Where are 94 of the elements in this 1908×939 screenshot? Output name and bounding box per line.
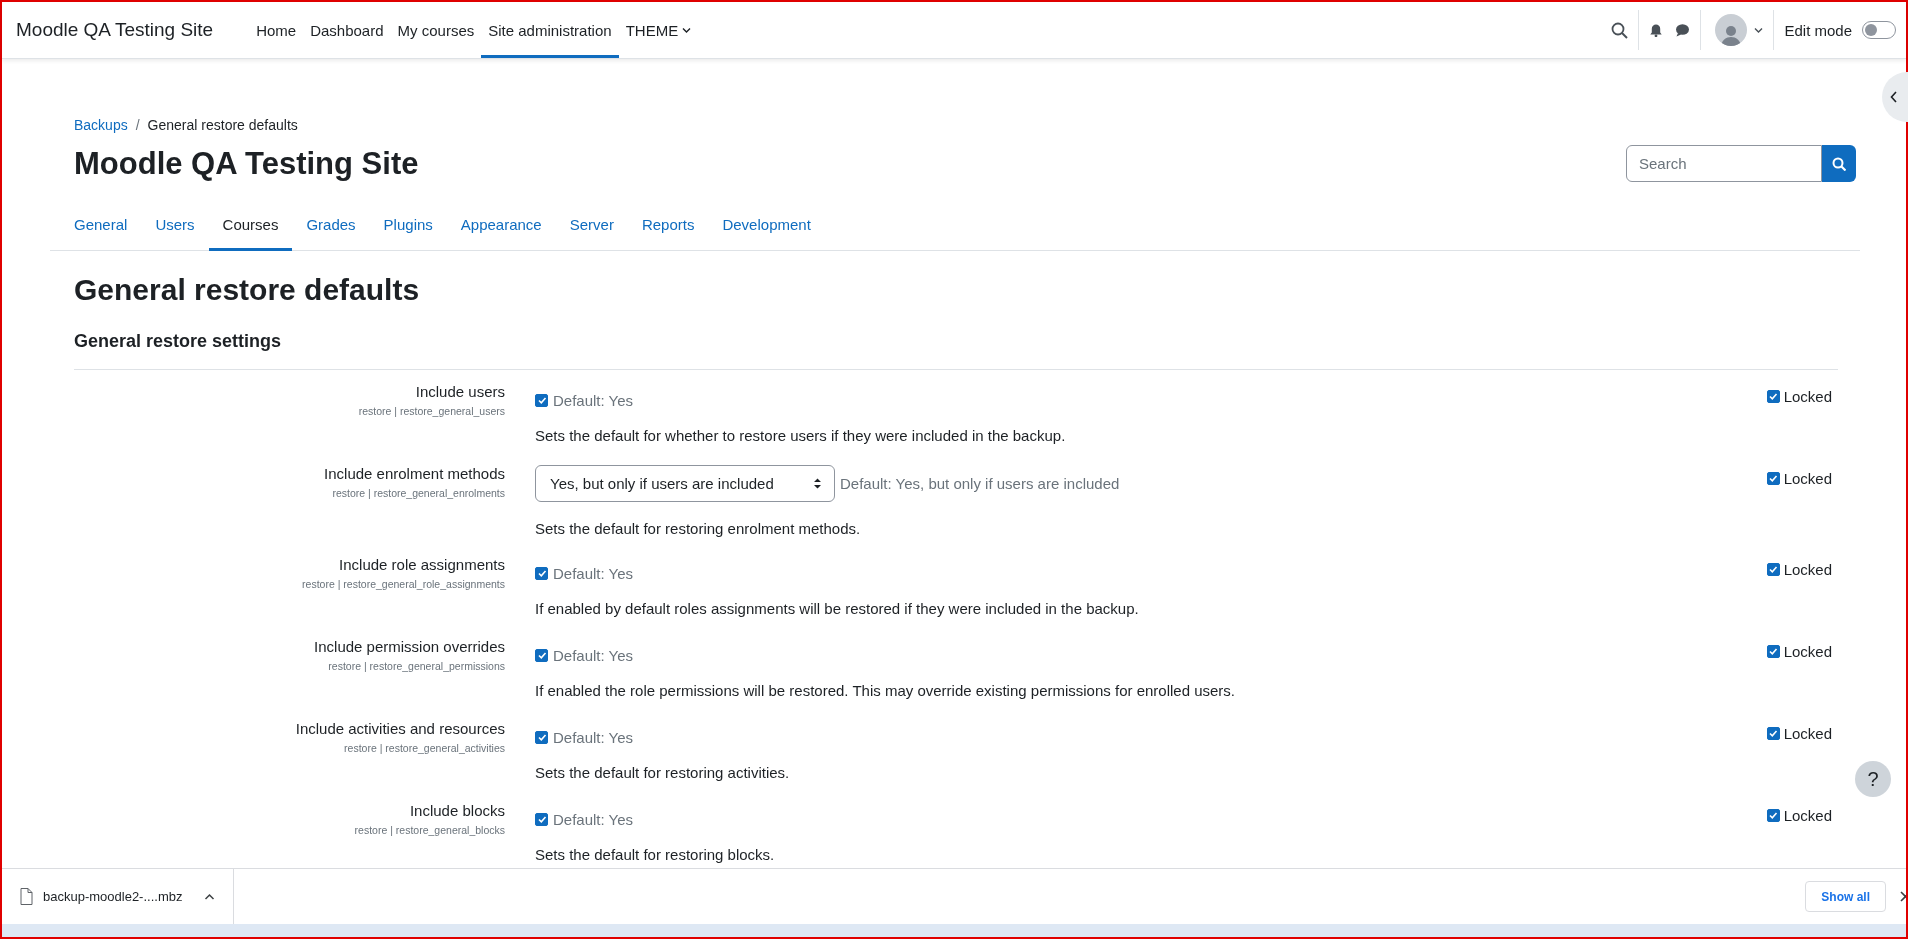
tab[interactable]: Development xyxy=(708,204,825,251)
breadcrumb-separator: / xyxy=(135,117,140,133)
nav-dropdown[interactable]: THEME xyxy=(618,5,699,58)
tab[interactable]: Appearance xyxy=(446,204,556,251)
default-value: Default: Yes, but only if users are included xyxy=(840,475,1120,492)
locked-label: Locked xyxy=(1783,387,1832,405)
checkbox[interactable] xyxy=(535,566,548,580)
site-name[interactable]: Moodle QA Testing Site xyxy=(2,2,250,58)
setting-description: If enabled the role permissions will be restored. This may override existing permissions for enrolled users. xyxy=(535,682,1237,699)
check-icon xyxy=(536,568,547,578)
setting-label: Include users xyxy=(414,383,505,400)
nav-link[interactable]: Dashboard xyxy=(303,5,391,58)
setting-id: restore | restore_general_permissions xyxy=(327,660,505,672)
edit-mode-toggle[interactable] xyxy=(1862,21,1896,39)
tab[interactable]: Courses xyxy=(208,204,293,251)
search-button[interactable] xyxy=(1822,145,1856,182)
setting-id: restore | restore_general_enrolments xyxy=(331,487,505,499)
check-icon xyxy=(1768,646,1779,656)
page-title: Moodle QA Testing Site xyxy=(74,145,420,182)
setting-id: restore | restore_general_users xyxy=(357,405,505,417)
setting-description: Sets the default for restoring activities. xyxy=(535,764,791,781)
nav-link[interactable]: Site administration xyxy=(481,5,619,58)
checkbox[interactable] xyxy=(535,393,548,407)
locked-label: Locked xyxy=(1783,806,1832,824)
default-value: Default: Yes xyxy=(553,564,634,582)
tab[interactable]: Grades xyxy=(292,204,370,251)
default-value: Default: Yes xyxy=(553,810,634,828)
section-heading: General restore settings xyxy=(74,331,283,352)
setting-label: Include activities and resources xyxy=(294,720,505,737)
tab[interactable]: Users xyxy=(141,204,209,251)
download-file-name[interactable]: backup-moodle2-....mbz xyxy=(43,889,183,904)
check-icon xyxy=(1768,391,1779,401)
locked-label: Locked xyxy=(1783,469,1832,487)
checkbox[interactable] xyxy=(1766,726,1780,740)
nav-link[interactable]: My courses xyxy=(390,5,482,58)
setting-description: Sets the default for restoring blocks. xyxy=(535,846,776,863)
tab[interactable]: General xyxy=(60,204,142,251)
tab[interactable]: Reports xyxy=(627,204,709,251)
check-icon xyxy=(536,395,547,405)
help-button[interactable]: ? xyxy=(1855,761,1891,797)
checkbox[interactable] xyxy=(535,730,548,744)
check-icon xyxy=(536,650,547,660)
locked-label: Locked xyxy=(1783,642,1832,660)
setting-id: restore | restore_general_blocks xyxy=(353,824,505,836)
setting-description: Sets the default for whether to restore users if they were included in the backup. xyxy=(535,427,1067,444)
file-icon xyxy=(20,888,33,905)
default-value: Default: Yes xyxy=(553,391,634,409)
select-field[interactable]: Yes, but only if users are included xyxy=(535,465,835,502)
setting-id: restore | restore_general_activities xyxy=(343,742,505,754)
locked-label: Locked xyxy=(1783,560,1832,578)
nav-link[interactable]: Home xyxy=(249,5,304,58)
check-icon xyxy=(536,814,547,824)
setting-label: Include permission overrides xyxy=(313,638,505,655)
setting-label: Include enrolment methods xyxy=(323,465,505,482)
setting-description: If enabled by default roles assignments will be restored if they were included in the backup. xyxy=(535,600,1140,617)
page-heading: General restore defaults xyxy=(74,273,421,307)
bell-icon[interactable] xyxy=(1649,23,1664,37)
caret-icon[interactable] xyxy=(204,891,216,902)
checkbox[interactable] xyxy=(1766,644,1780,658)
caret-icon[interactable] xyxy=(1753,25,1764,35)
check-icon xyxy=(536,732,547,742)
locked-label: Locked xyxy=(1783,724,1832,742)
setting-description: Sets the default for restoring enrolment methods. xyxy=(535,520,862,537)
search-field[interactable]: Search xyxy=(1626,145,1822,182)
checkbox[interactable] xyxy=(535,648,548,662)
search-icon[interactable] xyxy=(1611,21,1629,39)
checkbox[interactable] xyxy=(1766,471,1780,485)
default-value: Default: Yes xyxy=(553,646,634,664)
user-avatar[interactable] xyxy=(1715,14,1748,46)
checkbox[interactable] xyxy=(1766,808,1780,822)
checkbox[interactable] xyxy=(535,812,548,826)
drawer-toggle[interactable] xyxy=(1882,72,1908,122)
edit-mode-label: Edit mode xyxy=(1784,21,1852,39)
setting-label: Include blocks xyxy=(408,802,505,819)
tab[interactable]: Plugins xyxy=(369,204,447,251)
check-icon xyxy=(1768,473,1779,483)
setting-id: restore | restore_general_role_assignments xyxy=(301,578,505,590)
sort-arrows-icon xyxy=(813,477,822,490)
chat-icon[interactable] xyxy=(1675,23,1691,37)
show-all-button[interactable]: Show all xyxy=(1805,881,1886,912)
check-icon xyxy=(1768,564,1779,574)
default-value: Default: Yes xyxy=(553,728,634,746)
check-icon xyxy=(1768,728,1779,738)
breadcrumb-current: General restore defaults xyxy=(147,117,298,133)
check-icon xyxy=(1768,810,1779,820)
close-icon[interactable] xyxy=(1900,891,1906,902)
caret-icon xyxy=(681,25,692,35)
chevron-left-icon xyxy=(1890,91,1898,103)
checkbox[interactable] xyxy=(1766,389,1780,403)
tab[interactable]: Server xyxy=(555,204,628,251)
setting-label: Include role assignments xyxy=(338,556,505,573)
checkbox[interactable] xyxy=(1766,562,1780,576)
breadcrumb-link[interactable]: Backups xyxy=(74,117,128,133)
search-icon xyxy=(1832,156,1846,171)
